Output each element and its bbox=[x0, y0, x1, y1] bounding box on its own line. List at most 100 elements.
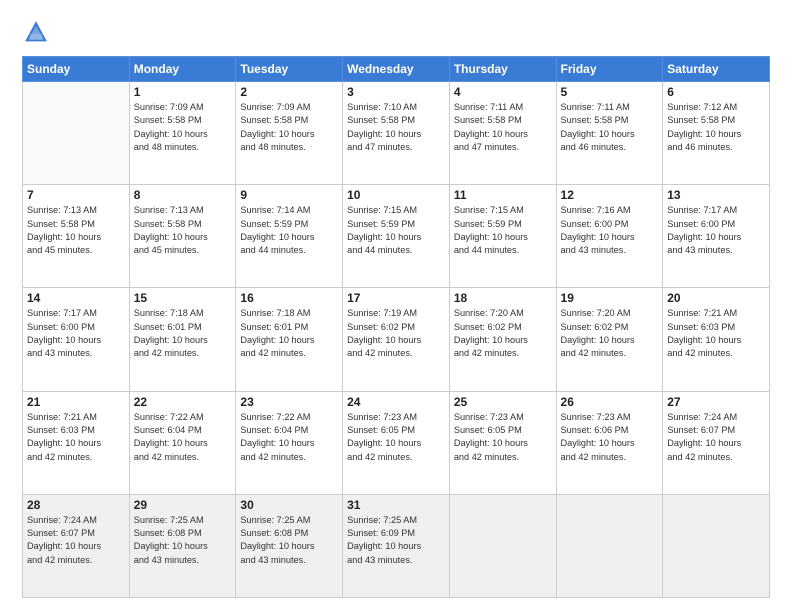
day-info: Sunrise: 7:22 AM Sunset: 6:04 PM Dayligh… bbox=[240, 411, 338, 464]
day-number: 4 bbox=[454, 85, 552, 99]
day-number: 13 bbox=[667, 188, 765, 202]
day-number: 8 bbox=[134, 188, 232, 202]
day-number: 9 bbox=[240, 188, 338, 202]
day-cell: 19 Sunrise: 7:20 AM Sunset: 6:02 PM Dayli… bbox=[556, 288, 663, 391]
day-info: Sunrise: 7:23 AM Sunset: 6:05 PM Dayligh… bbox=[347, 411, 445, 464]
day-cell: 30 Sunrise: 7:25 AM Sunset: 6:08 PM Dayli… bbox=[236, 494, 343, 597]
day-info: Sunrise: 7:25 AM Sunset: 6:08 PM Dayligh… bbox=[134, 514, 232, 567]
day-info: Sunrise: 7:19 AM Sunset: 6:02 PM Dayligh… bbox=[347, 307, 445, 360]
day-info: Sunrise: 7:24 AM Sunset: 6:07 PM Dayligh… bbox=[27, 514, 125, 567]
weekday-header-sunday: Sunday bbox=[23, 57, 130, 82]
week-row-5: 28 Sunrise: 7:24 AM Sunset: 6:07 PM Dayli… bbox=[23, 494, 770, 597]
day-cell: 4 Sunrise: 7:11 AM Sunset: 5:58 PM Daylig… bbox=[449, 82, 556, 185]
day-number: 17 bbox=[347, 291, 445, 305]
logo bbox=[22, 18, 54, 46]
week-row-1: 1 Sunrise: 7:09 AM Sunset: 5:58 PM Daylig… bbox=[23, 82, 770, 185]
day-cell: 27 Sunrise: 7:24 AM Sunset: 6:07 PM Dayli… bbox=[663, 391, 770, 494]
day-info: Sunrise: 7:16 AM Sunset: 6:00 PM Dayligh… bbox=[561, 204, 659, 257]
day-info: Sunrise: 7:23 AM Sunset: 6:06 PM Dayligh… bbox=[561, 411, 659, 464]
day-number: 31 bbox=[347, 498, 445, 512]
day-number: 6 bbox=[667, 85, 765, 99]
day-cell: 28 Sunrise: 7:24 AM Sunset: 6:07 PM Dayli… bbox=[23, 494, 130, 597]
day-number: 28 bbox=[27, 498, 125, 512]
day-number: 20 bbox=[667, 291, 765, 305]
day-number: 30 bbox=[240, 498, 338, 512]
day-number: 22 bbox=[134, 395, 232, 409]
day-number: 12 bbox=[561, 188, 659, 202]
day-info: Sunrise: 7:09 AM Sunset: 5:58 PM Dayligh… bbox=[240, 101, 338, 154]
header bbox=[22, 18, 770, 46]
day-cell: 26 Sunrise: 7:23 AM Sunset: 6:06 PM Dayli… bbox=[556, 391, 663, 494]
day-info: Sunrise: 7:20 AM Sunset: 6:02 PM Dayligh… bbox=[454, 307, 552, 360]
page: SundayMondayTuesdayWednesdayThursdayFrid… bbox=[0, 0, 792, 612]
logo-icon bbox=[22, 18, 50, 46]
day-number: 11 bbox=[454, 188, 552, 202]
day-number: 7 bbox=[27, 188, 125, 202]
day-info: Sunrise: 7:10 AM Sunset: 5:58 PM Dayligh… bbox=[347, 101, 445, 154]
weekday-header-thursday: Thursday bbox=[449, 57, 556, 82]
day-cell: 24 Sunrise: 7:23 AM Sunset: 6:05 PM Dayli… bbox=[343, 391, 450, 494]
day-cell: 9 Sunrise: 7:14 AM Sunset: 5:59 PM Daylig… bbox=[236, 185, 343, 288]
day-info: Sunrise: 7:11 AM Sunset: 5:58 PM Dayligh… bbox=[561, 101, 659, 154]
day-info: Sunrise: 7:25 AM Sunset: 6:08 PM Dayligh… bbox=[240, 514, 338, 567]
day-cell: 31 Sunrise: 7:25 AM Sunset: 6:09 PM Dayli… bbox=[343, 494, 450, 597]
day-number: 24 bbox=[347, 395, 445, 409]
day-cell bbox=[663, 494, 770, 597]
day-cell: 12 Sunrise: 7:16 AM Sunset: 6:00 PM Dayli… bbox=[556, 185, 663, 288]
day-info: Sunrise: 7:17 AM Sunset: 6:00 PM Dayligh… bbox=[27, 307, 125, 360]
day-cell: 20Sunrise: 7:21 AM Sunset: 6:03 PM Dayli… bbox=[663, 288, 770, 391]
weekday-header-row: SundayMondayTuesdayWednesdayThursdayFrid… bbox=[23, 57, 770, 82]
day-info: Sunrise: 7:24 AM Sunset: 6:07 PM Dayligh… bbox=[667, 411, 765, 464]
day-cell: 5 Sunrise: 7:11 AM Sunset: 5:58 PM Daylig… bbox=[556, 82, 663, 185]
day-info: Sunrise: 7:25 AM Sunset: 6:09 PM Dayligh… bbox=[347, 514, 445, 567]
day-number: 15 bbox=[134, 291, 232, 305]
day-cell: 10 Sunrise: 7:15 AM Sunset: 5:59 PM Dayli… bbox=[343, 185, 450, 288]
day-info: Sunrise: 7:15 AM Sunset: 5:59 PM Dayligh… bbox=[454, 204, 552, 257]
day-number: 10 bbox=[347, 188, 445, 202]
day-info: Sunrise: 7:18 AM Sunset: 6:01 PM Dayligh… bbox=[134, 307, 232, 360]
day-cell bbox=[23, 82, 130, 185]
day-info: Sunrise: 7:14 AM Sunset: 5:59 PM Dayligh… bbox=[240, 204, 338, 257]
day-number: 16 bbox=[240, 291, 338, 305]
day-cell: 13Sunrise: 7:17 AM Sunset: 6:00 PM Dayli… bbox=[663, 185, 770, 288]
day-info: Sunrise: 7:13 AM Sunset: 5:58 PM Dayligh… bbox=[134, 204, 232, 257]
day-info: Sunrise: 7:22 AM Sunset: 6:04 PM Dayligh… bbox=[134, 411, 232, 464]
day-info: Sunrise: 7:15 AM Sunset: 5:59 PM Dayligh… bbox=[347, 204, 445, 257]
day-number: 5 bbox=[561, 85, 659, 99]
weekday-header-wednesday: Wednesday bbox=[343, 57, 450, 82]
day-cell: 14 Sunrise: 7:17 AM Sunset: 6:00 PM Dayli… bbox=[23, 288, 130, 391]
day-cell: 16 Sunrise: 7:18 AM Sunset: 6:01 PM Dayli… bbox=[236, 288, 343, 391]
day-info: Sunrise: 7:20 AM Sunset: 6:02 PM Dayligh… bbox=[561, 307, 659, 360]
day-number: 1 bbox=[134, 85, 232, 99]
day-info: Sunrise: 7:12 AM Sunset: 5:58 PM Dayligh… bbox=[667, 101, 765, 154]
day-number: 27 bbox=[667, 395, 765, 409]
day-number: 21 bbox=[27, 395, 125, 409]
day-info: Sunrise: 7:13 AM Sunset: 5:58 PM Dayligh… bbox=[27, 204, 125, 257]
day-cell: 29Sunrise: 7:25 AM Sunset: 6:08 PM Dayli… bbox=[129, 494, 236, 597]
day-cell: 23Sunrise: 7:22 AM Sunset: 6:04 PM Dayli… bbox=[236, 391, 343, 494]
day-info: Sunrise: 7:11 AM Sunset: 5:58 PM Dayligh… bbox=[454, 101, 552, 154]
weekday-header-monday: Monday bbox=[129, 57, 236, 82]
day-info: Sunrise: 7:18 AM Sunset: 6:01 PM Dayligh… bbox=[240, 307, 338, 360]
day-cell: 18 Sunrise: 7:20 AM Sunset: 6:02 PM Dayli… bbox=[449, 288, 556, 391]
week-row-2: 7 Sunrise: 7:13 AM Sunset: 5:58 PM Daylig… bbox=[23, 185, 770, 288]
day-cell: 11 Sunrise: 7:15 AM Sunset: 5:59 PM Dayli… bbox=[449, 185, 556, 288]
day-number: 2 bbox=[240, 85, 338, 99]
day-number: 14 bbox=[27, 291, 125, 305]
day-number: 26 bbox=[561, 395, 659, 409]
day-number: 19 bbox=[561, 291, 659, 305]
day-cell: 22 Sunrise: 7:22 AM Sunset: 6:04 PM Dayli… bbox=[129, 391, 236, 494]
day-cell: 21Sunrise: 7:21 AM Sunset: 6:03 PM Dayli… bbox=[23, 391, 130, 494]
day-info: Sunrise: 7:09 AM Sunset: 5:58 PM Dayligh… bbox=[134, 101, 232, 154]
day-number: 25 bbox=[454, 395, 552, 409]
day-cell bbox=[449, 494, 556, 597]
day-cell: 17 Sunrise: 7:19 AM Sunset: 6:02 PM Dayli… bbox=[343, 288, 450, 391]
weekday-header-tuesday: Tuesday bbox=[236, 57, 343, 82]
weekday-header-saturday: Saturday bbox=[663, 57, 770, 82]
day-number: 18 bbox=[454, 291, 552, 305]
day-cell bbox=[556, 494, 663, 597]
day-cell: 15 Sunrise: 7:18 AM Sunset: 6:01 PM Dayli… bbox=[129, 288, 236, 391]
day-number: 3 bbox=[347, 85, 445, 99]
day-cell: 25Sunrise: 7:23 AM Sunset: 6:05 PM Dayli… bbox=[449, 391, 556, 494]
day-cell: 7 Sunrise: 7:13 AM Sunset: 5:58 PM Daylig… bbox=[23, 185, 130, 288]
